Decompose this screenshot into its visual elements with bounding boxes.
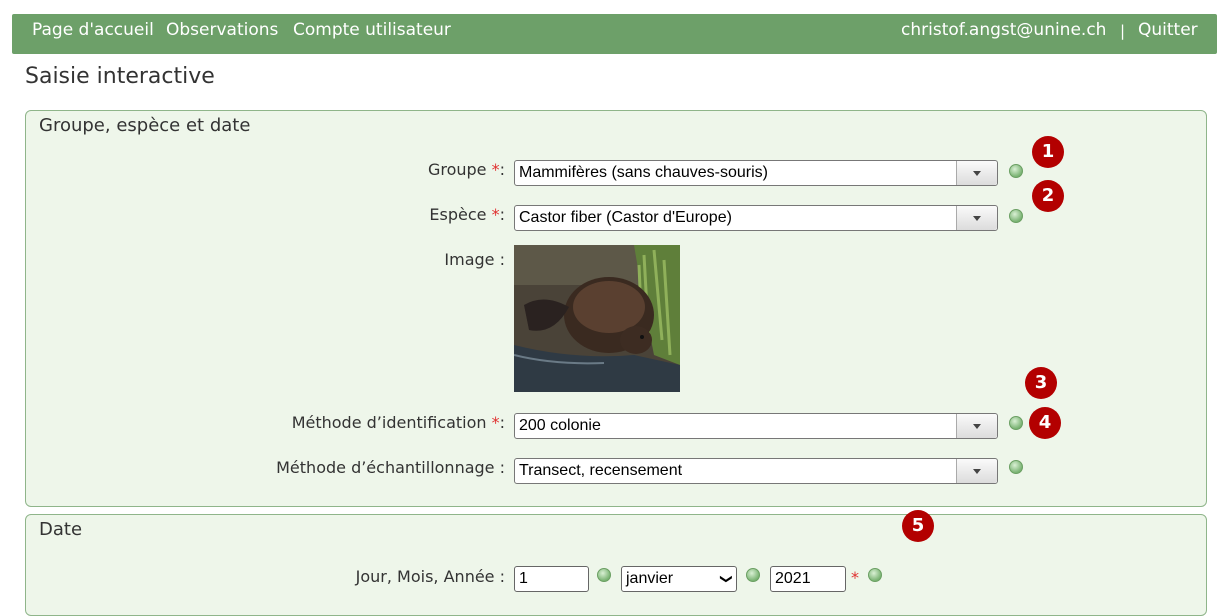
help-circle-icon[interactable] — [1009, 164, 1023, 178]
annotation-badge-3: 3 — [1025, 367, 1057, 399]
triangle-down-icon — [973, 424, 981, 429]
user-email: christof.angst@unine.ch — [901, 20, 1107, 40]
identification-label: Méthode d’identification *: — [291, 413, 505, 432]
date-panel-title: Date — [39, 519, 83, 540]
page-title: Saisie interactive — [25, 64, 215, 89]
chevron-down-icon: ❮ — [717, 573, 732, 585]
panel-title: Groupe, espèce et date — [39, 115, 251, 136]
echantillonnage-dropdown-button[interactable] — [956, 459, 997, 483]
help-circle-icon[interactable] — [597, 568, 611, 582]
identification-value: 200 colonie — [519, 417, 601, 434]
echantillonnage-combobox[interactable]: Transect, recensement — [514, 458, 998, 484]
espece-combobox[interactable]: Castor fiber (Castor d'Europe) — [514, 205, 998, 231]
groupe-label: Groupe *: — [427, 160, 505, 179]
annotation-badge-5: 5 — [902, 510, 934, 542]
day-input[interactable]: 1 — [514, 566, 589, 592]
nav-account-link[interactable]: Compte utilisateur — [293, 20, 451, 40]
year-input[interactable]: 2021 — [770, 566, 846, 592]
help-circle-icon[interactable] — [746, 568, 760, 582]
espece-value: Castor fiber (Castor d'Europe) — [519, 209, 732, 226]
annotation-badge-1: 1 — [1032, 136, 1064, 168]
nav-separator: | — [1120, 22, 1126, 40]
echantillonnage-label: Méthode d’échantillonnage : — [276, 458, 505, 477]
help-circle-icon[interactable] — [868, 568, 882, 582]
image-label: Image : — [444, 250, 505, 269]
identification-dropdown-button[interactable] — [956, 414, 997, 438]
nav-observations-link[interactable]: Observations — [166, 20, 278, 40]
groupe-value: Mammifères (sans chauves-souris) — [519, 164, 768, 181]
logout-link[interactable]: Quitter — [1138, 20, 1198, 40]
triangle-down-icon — [973, 171, 981, 176]
nav-home-link[interactable]: Page d'accueil — [32, 20, 154, 40]
panel-date: Date — [25, 514, 1207, 616]
groupe-dropdown-button[interactable] — [956, 161, 997, 185]
identification-combobox[interactable]: 200 colonie — [514, 413, 998, 439]
help-circle-icon[interactable] — [1009, 209, 1023, 223]
help-circle-icon[interactable] — [1009, 416, 1023, 430]
date-label: Jour, Mois, Année : — [355, 567, 505, 586]
echantillonnage-value: Transect, recensement — [519, 462, 683, 479]
espece-dropdown-button[interactable] — [956, 206, 997, 230]
month-select[interactable]: janvier ❮ — [621, 566, 737, 592]
month-value: janvier — [626, 570, 674, 587]
beaver-photo — [514, 245, 680, 392]
triangle-down-icon — [973, 469, 981, 474]
groupe-combobox[interactable]: Mammifères (sans chauves-souris) — [514, 160, 998, 186]
top-nav-bar: Page d'accueil Observations Compte utili… — [12, 14, 1217, 54]
help-circle-icon[interactable] — [1009, 460, 1023, 474]
annotation-badge-4: 4 — [1029, 407, 1061, 439]
espece-label: Espèce *: — [429, 205, 505, 224]
required-marker: * — [851, 568, 859, 587]
triangle-down-icon — [973, 216, 981, 221]
annotation-badge-2: 2 — [1032, 180, 1064, 212]
